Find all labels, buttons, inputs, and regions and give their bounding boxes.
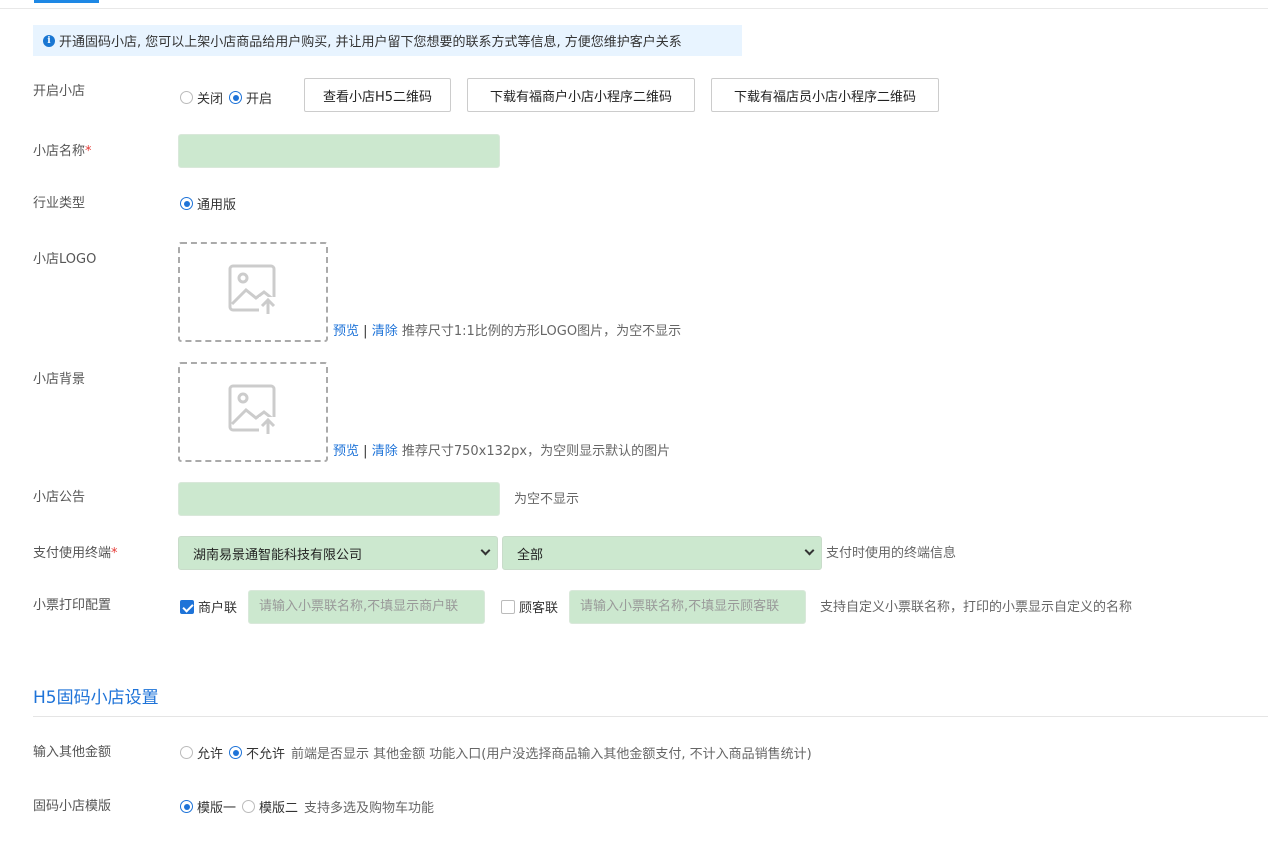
merchant-copy-name-input[interactable]: 请输入小票联名称,不填显示商户联 — [248, 590, 485, 624]
radio-industry-general[interactable] — [180, 197, 193, 210]
logo-upload-box[interactable] — [178, 242, 328, 342]
industry-radio-group: 通用版 — [180, 194, 242, 213]
required-mark: * — [111, 546, 118, 561]
radio-template-one-label: 模版一 — [197, 801, 237, 816]
radio-other-amount-deny-label: 不允许 — [246, 747, 286, 762]
image-upload-icon — [228, 384, 277, 435]
section-divider — [33, 716, 1268, 717]
background-preview-link[interactable]: 预览 — [333, 444, 359, 459]
logo-actions: 预览 | 清除 推荐尺寸1:1比例的方形LOGO图片，为空不显示 — [333, 320, 681, 339]
terminal-select-value: 全部 — [517, 547, 544, 563]
template-label: 固码小店模版 — [33, 799, 112, 814]
logo-hint: 推荐尺寸1:1比例的方形LOGO图片，为空不显示 — [401, 324, 682, 339]
shop-enable-radio-group: 关闭 开启 — [180, 88, 278, 107]
radio-shop-on-label: 开启 — [246, 92, 273, 107]
shop-name-input[interactable] — [178, 134, 500, 168]
top-tab-bar — [0, 0, 1268, 9]
background-actions: 预览 | 清除 推荐尺寸750x132px，为空则显示默认的图片 — [333, 440, 670, 459]
merchant-copy-checkbox-group: 商户联 — [180, 597, 243, 616]
chevron-down-icon — [804, 545, 815, 556]
logo-clear-link[interactable]: 清除 — [372, 324, 398, 339]
company-select[interactable]: 湖南易景通智能科技有限公司 — [178, 536, 498, 570]
payment-terminal-hint: 支付时使用的终端信息 — [826, 546, 957, 561]
merchant-copy-placeholder: 请输入小票联名称,不填显示商户联 — [259, 599, 459, 614]
info-notice: i 开通固码小店, 您可以上架小店商品给用户购买, 并让用户留下您想要的联系方式… — [33, 25, 742, 56]
active-tab-indicator — [34, 0, 99, 3]
other-amount-radio-group: 允许 不允许 前端是否显示 其他金额 功能入口(用户没选择商品输入其他金额支付,… — [180, 743, 812, 762]
radio-other-amount-deny[interactable] — [229, 746, 243, 759]
customer-copy-label: 顾客联 — [519, 601, 559, 616]
background-label: 小店背景 — [33, 372, 86, 387]
image-upload-icon — [228, 264, 277, 315]
info-icon: i — [43, 34, 55, 47]
industry-label: 行业类型 — [33, 196, 86, 211]
receipt-hint: 支持自定义小票联名称，打印的小票显示自定义的名称 — [820, 600, 1133, 615]
chevron-down-icon — [480, 545, 491, 556]
announcement-input[interactable] — [178, 482, 500, 516]
separator: | — [363, 324, 368, 339]
customer-copy-name-input[interactable]: 请输入小票联名称,不填显示顾客联 — [569, 590, 806, 624]
announcement-hint: 为空不显示 — [514, 492, 580, 507]
radio-other-amount-allow[interactable] — [180, 746, 193, 759]
radio-other-amount-allow-label: 允许 — [197, 747, 224, 762]
radio-shop-off-label: 关闭 — [197, 92, 224, 107]
receipt-label: 小票打印配置 — [33, 598, 112, 613]
announcement-label: 小店公告 — [33, 490, 86, 505]
other-amount-hint: 前端是否显示 其他金额 功能入口(用户没选择商品输入其他金额支付, 不计入商品销… — [291, 747, 812, 762]
payment-terminal-label: 支付使用终端* — [33, 542, 118, 561]
customer-copy-checkbox-group: 顾客联 — [501, 597, 564, 616]
company-select-value: 湖南易景通智能科技有限公司 — [193, 547, 363, 563]
radio-industry-general-label: 通用版 — [197, 198, 237, 213]
radio-shop-on[interactable] — [229, 91, 243, 104]
merchant-copy-label: 商户联 — [198, 601, 238, 616]
background-upload-box[interactable] — [178, 362, 328, 462]
view-h5-qrcode-button[interactable]: 查看小店H5二维码 — [304, 78, 451, 112]
radio-template-two-label: 模版二 — [259, 801, 299, 816]
h5-section-title: H5固码小店设置 — [33, 688, 159, 708]
payment-terminal-label-text: 支付使用终端 — [33, 546, 112, 561]
merchant-copy-checkbox[interactable] — [180, 599, 194, 614]
logo-label: 小店LOGO — [33, 252, 97, 267]
radio-template-one[interactable] — [180, 800, 193, 813]
download-staff-miniprogram-qrcode-button[interactable]: 下载有福店员小店小程序二维码 — [711, 78, 939, 112]
shop-name-label-text: 小店名称 — [33, 144, 86, 159]
template-hint: 支持多选及购物车功能 — [304, 801, 435, 816]
other-amount-label: 输入其他金额 — [33, 745, 112, 760]
download-merchant-miniprogram-qrcode-button[interactable]: 下载有福商户小店小程序二维码 — [467, 78, 695, 112]
background-clear-link[interactable]: 清除 — [372, 444, 398, 459]
customer-copy-checkbox[interactable] — [501, 599, 515, 614]
customer-copy-placeholder: 请输入小票联名称,不填显示顾客联 — [580, 599, 780, 614]
notice-text: 开通固码小店, 您可以上架小店商品给用户购买, 并让用户留下您想要的联系方式等信… — [59, 35, 682, 50]
separator: | — [363, 444, 368, 459]
shop-name-label: 小店名称* — [33, 140, 92, 159]
logo-preview-link[interactable]: 预览 — [333, 324, 359, 339]
background-hint: 推荐尺寸750x132px，为空则显示默认的图片 — [401, 444, 671, 459]
radio-shop-off[interactable] — [180, 91, 193, 104]
shop-enable-label: 开启小店 — [33, 84, 86, 99]
required-mark: * — [85, 144, 92, 159]
template-radio-group: 模版一 模版二 支持多选及购物车功能 — [180, 797, 434, 816]
terminal-select[interactable]: 全部 — [502, 536, 822, 570]
radio-template-two[interactable] — [242, 800, 256, 813]
